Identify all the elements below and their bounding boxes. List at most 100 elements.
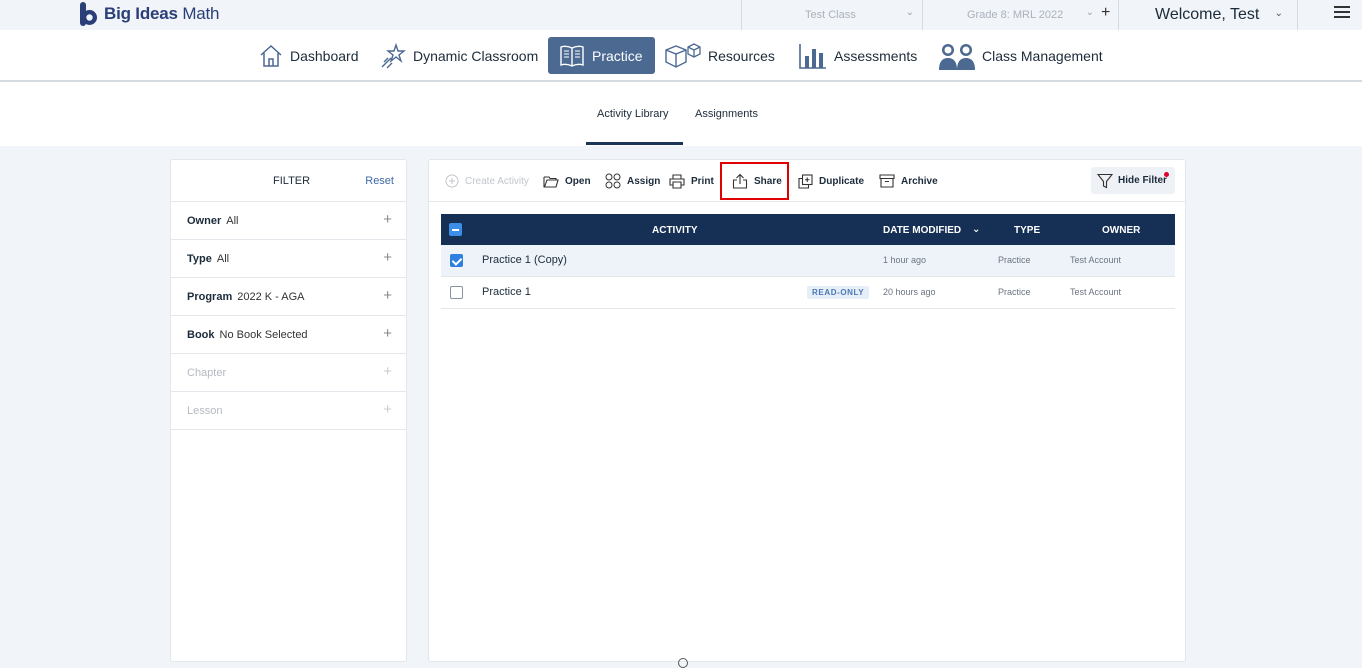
open-book-icon [560,45,584,67]
table-header: ACTIVITY DATE MODIFIED ⌄ TYPE OWNER [441,214,1175,245]
grade-select[interactable]: Grade 8: MRL 2022 ⌄ [922,0,1118,30]
button-label: Open [565,175,591,187]
chevron-down-icon: ⌄ [905,7,914,18]
user-menu[interactable]: Welcome, Test ⌄ [1118,0,1298,30]
brand-name: Big Ideas Math [104,4,220,23]
filter-panel: FILTER Reset Owner All + Type All + Prog… [170,159,407,662]
activity-name[interactable]: Practice 1 [482,286,531,298]
activity-type: Practice [998,255,1031,265]
date-modified: 20 hours ago [883,287,936,297]
loading-spinner-icon [678,658,688,668]
main-nav: Dashboard Dynamic Classroom Practice Res… [0,30,1362,82]
filter-value: All [216,252,230,265]
filter-program[interactable]: Program 2022 K - AGA + [171,278,406,316]
nav-assessments[interactable]: Assessments [798,37,917,74]
hamburger-menu-icon[interactable] [1334,6,1350,20]
chevron-down-icon: ⌄ [1274,8,1283,19]
hide-filter-button[interactable]: Hide Filter [1091,167,1175,194]
nav-label: Class Management [982,47,1103,64]
filter-type[interactable]: Type All + [171,240,406,278]
button-label: Assign [627,175,661,187]
print-button[interactable]: Print [669,172,714,190]
button-label: Duplicate [819,175,865,187]
nav-dashboard[interactable]: Dashboard [258,37,359,74]
big-ideas-logo-icon [80,1,97,26]
chevron-down-icon: ⌄ [1085,7,1094,18]
filter-chapter: Chapter + [171,354,406,392]
archive-box-icon [879,174,895,188]
create-activity-button: Create Activity [445,172,529,190]
archive-button[interactable]: Archive [879,172,938,190]
nav-practice[interactable]: Practice [548,37,655,74]
filter-title: FILTER [273,175,311,187]
filter-label: Book [187,328,215,341]
share-highlight-box [720,162,789,200]
activity-owner: Test Account [1070,255,1122,265]
nav-label: Dynamic Classroom [413,47,539,64]
filter-value: No Book Selected [219,328,308,341]
bar-chart-icon [799,43,826,69]
nav-dynamic-classroom[interactable]: Dynamic Classroom [379,37,538,74]
read-only-badge: READ-ONLY [807,286,870,299]
plus-icon: + [383,401,392,418]
column-type[interactable]: TYPE [1014,225,1040,236]
four-circles-icon [605,173,621,189]
plus-icon[interactable]: + [383,325,392,342]
class-select[interactable]: Test Class ⌄ [741,0,922,30]
sub-nav: Activity Library Assignments [0,82,1362,146]
row-checkbox[interactable] [450,254,463,267]
active-tab-indicator [586,142,683,145]
filter-value: 2022 K - AGA [237,290,305,303]
nav-label: Assessments [834,47,918,64]
funnel-icon [1097,173,1113,188]
column-activity[interactable]: ACTIVITY [652,225,698,236]
plus-circle-icon [445,174,459,188]
date-modified: 1 hour ago [883,255,927,265]
duplicate-button[interactable]: Duplicate [798,172,864,190]
nav-label: Resources [708,47,775,64]
filter-value: All [226,214,239,227]
folder-open-icon [543,175,559,188]
tab-activity-library[interactable]: Activity Library [597,108,669,120]
filter-lesson: Lesson + [171,392,406,430]
nav-label: Practice [592,47,643,64]
filter-label: Program [187,290,233,303]
printer-icon [669,173,685,189]
welcome-text: Welcome, Test [1155,6,1260,23]
filter-reset-link[interactable]: Reset [365,175,394,187]
row-checkbox[interactable] [450,286,463,299]
column-owner[interactable]: OWNER [1102,225,1140,236]
open-button[interactable]: Open [543,172,591,190]
table-row[interactable]: Practice 1 (Copy) 1 hour ago Practice Te… [441,245,1175,277]
activity-table: ACTIVITY DATE MODIFIED ⌄ TYPE OWNER Prac… [441,214,1175,309]
select-all-checkbox[interactable] [449,223,462,236]
activity-panel: Create Activity Open Assign Print Share … [428,159,1186,662]
plus-icon[interactable]: + [383,287,392,304]
filter-book[interactable]: Book No Book Selected + [171,316,406,354]
grade-select-value: Grade 8: MRL 2022 [967,9,1064,21]
filter-owner[interactable]: Owner All + [171,202,406,240]
button-label: Print [691,175,714,187]
house-icon [260,44,282,67]
duplicate-icon [798,173,813,189]
cubes-icon [665,42,701,68]
filter-header: FILTER Reset [171,160,406,202]
button-label: Create Activity [465,175,529,187]
nav-class-management[interactable]: Class Management [938,37,1103,74]
plus-icon: + [383,363,392,380]
logo[interactable]: Big Ideas Math [79,1,220,27]
activity-owner: Test Account [1070,287,1122,297]
table-row[interactable]: Practice 1 READ-ONLY 20 hours ago Practi… [441,277,1175,309]
nav-resources[interactable]: Resources [664,37,775,74]
plus-icon[interactable]: + [383,249,392,266]
button-label: Archive [901,175,938,187]
tab-assignments[interactable]: Assignments [695,108,758,120]
activity-type: Practice [998,287,1031,297]
assign-button[interactable]: Assign [605,172,660,190]
column-date-modified[interactable]: DATE MODIFIED [883,225,961,236]
top-bar: Big Ideas Math Test Class ⌄ Grade 8: MRL… [0,0,1362,30]
activity-name[interactable]: Practice 1 (Copy) [482,254,567,266]
plus-icon[interactable]: + [383,211,392,228]
sort-chevron-icon[interactable]: ⌄ [972,224,980,235]
add-class-button[interactable]: + [1101,4,1110,22]
